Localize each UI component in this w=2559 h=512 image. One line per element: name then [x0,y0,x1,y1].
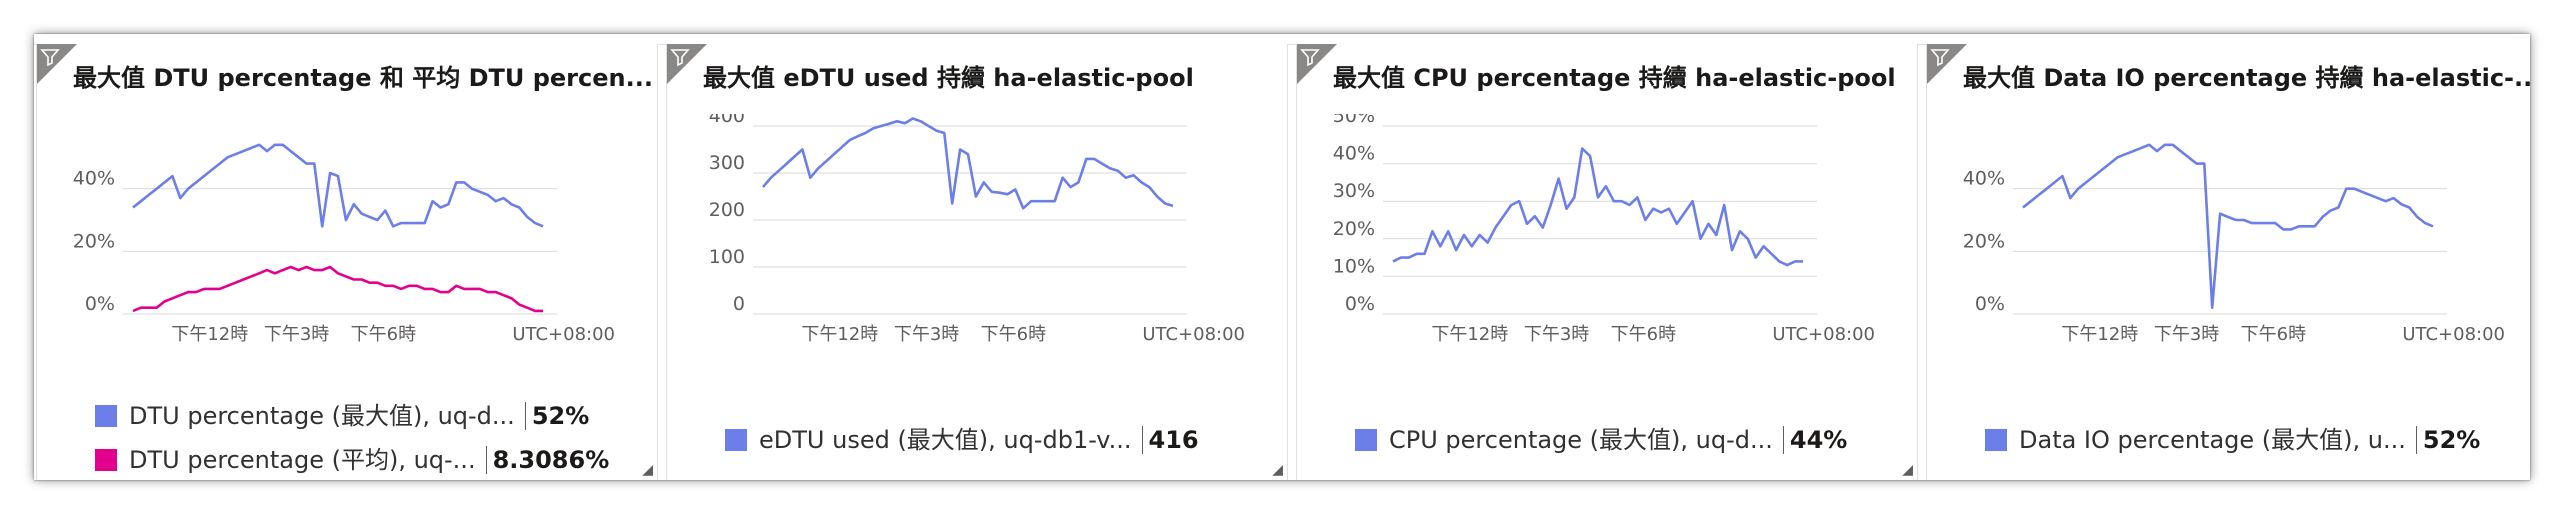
y-tick-label: 20% [1963,230,2005,252]
y-tick-label: 100 [709,246,745,268]
x-tick-label: 下午3時 [264,324,329,345]
filter-icon[interactable] [40,47,60,67]
tile-cpu-percentage[interactable]: 最大值 CPU percentage 持續 ha-elastic-pool 0%… [1296,44,1918,480]
legend-swatch-blue [725,429,747,451]
y-tick-label: 0% [1345,293,1375,315]
x-tick-label: 下午3時 [894,324,959,345]
legend-item-dataio-max[interactable]: Data IO percentage (最大值), u... 52% [1985,420,2481,455]
dashboard-frame: 最大值 DTU percentage 和 平均 DTU percen... 0%… [34,34,2530,480]
legend-swatch-blue [1985,429,2007,451]
legend-label: eDTU used (最大值), uq-db1-v... [759,426,1132,454]
legend-swatch-blue [1355,429,1377,451]
tile-data-io-percentage[interactable]: 最大值 Data IO percentage 持續 ha-elastic-...… [1926,44,2530,480]
y-tick-label: 0 [733,293,745,315]
x-tick-label: 下午12時 [171,324,248,345]
legend-label: CPU percentage (最大值), uq-d... [1389,426,1773,454]
x-tick-label: 下午12時 [1431,324,1508,345]
tile-dtu-percentage[interactable]: 最大值 DTU percentage 和 平均 DTU percen... 0%… [36,44,658,480]
line-chart-data-io-percentage[interactable]: 0% 20% 40% 下午12時 下午3時 下午6時 UTC+08:00 [1927,114,2530,364]
y-tick-label: 0% [1975,293,2005,315]
timezone-label: UTC+08:00 [2402,324,2505,345]
filter-icon[interactable] [1930,47,1950,67]
y-tick-label: 0% [85,293,115,315]
line-chart-dtu-percentage[interactable]: 0% 20% 40% 下午12時 下午3時 下午6時 UTC+08:00 [37,114,657,364]
y-tick-label: 50% [1333,114,1375,127]
tile-edtu-used[interactable]: 最大值 eDTU used 持續 ha-elastic-pool 0 100 200… [666,44,1288,480]
legend-swatch-magenta [95,449,117,471]
resize-grip-icon[interactable]: ◢ [1902,462,1913,478]
legend-value: 416 [1141,426,1199,454]
x-tick-label: 下午6時 [2241,324,2306,345]
legend-value: 52% [2415,426,2481,454]
legend-swatch-blue [95,405,117,427]
y-tick-label: 10% [1333,255,1375,277]
y-tick-label: 200 [709,199,745,221]
y-tick-label: 40% [1333,143,1375,165]
x-tick-label: 下午12時 [2061,324,2138,345]
tile-title: 最大值 Data IO percentage 持續 ha-elastic-... [1963,64,2530,92]
timezone-label: UTC+08:00 [512,324,615,345]
legend-item-edtu-max[interactable]: eDTU used (最大值), uq-db1-v... 416 [725,420,1199,455]
y-tick-label: 300 [709,152,745,174]
y-tick-label: 30% [1333,180,1375,202]
resize-grip-icon[interactable]: ◢ [642,462,653,478]
legend-item-dtu-avg[interactable]: DTU percentage (平均), uq-... 8.3086% [95,440,610,475]
filter-icon[interactable] [670,47,690,67]
legend-label: DTU percentage (最大值), uq-d... [129,402,515,430]
series-line-max [2022,143,2434,309]
legend-item-dtu-max[interactable]: DTU percentage (最大值), uq-d... 52% [95,396,590,431]
timezone-label: UTC+08:00 [1772,324,1875,345]
series-line-max [132,143,544,228]
series-line-avg [132,265,543,313]
x-tick-label: 下午6時 [1611,324,1676,345]
timezone-label: UTC+08:00 [1142,324,1245,345]
x-tick-label: 下午3時 [1524,324,1589,345]
y-tick-label: 40% [73,168,115,190]
x-tick-label: 下午6時 [981,324,1046,345]
series-line-max [1392,147,1803,267]
x-tick-label: 下午3時 [2154,324,2219,345]
series-line-max [762,117,1174,210]
legend-value: 52% [524,402,590,430]
y-tick-label: 20% [73,230,115,252]
y-tick-label: 400 [709,114,745,127]
legend-item-cpu-max[interactable]: CPU percentage (最大值), uq-d... 44% [1355,420,1848,455]
y-tick-label: 40% [1963,168,2005,190]
x-tick-label: 下午12時 [801,324,878,345]
filter-icon[interactable] [1300,47,1320,67]
tile-title: 最大值 CPU percentage 持續 ha-elastic-pool [1333,64,1896,92]
line-chart-cpu-percentage[interactable]: 0% 10% 20% 30% 40% 50% 下午12時 下午3時 下午6時 UTC+08:00 [1297,114,1917,364]
legend-label: DTU percentage (平均), uq-... [129,446,476,474]
tile-title: 最大值 DTU percentage 和 平均 DTU percen... [73,64,653,92]
legend-value: 44% [1782,426,1848,454]
resize-grip-icon[interactable]: ◢ [1272,462,1283,478]
legend-label: Data IO percentage (最大值), u... [2019,426,2406,454]
y-tick-label: 20% [1333,218,1375,240]
line-chart-edtu-used[interactable]: 0 100 200 300 400 下午12時 下午3時 下午6時 UTC+08:00 [667,114,1287,364]
legend-value: 8.3086% [485,446,610,474]
x-tick-label: 下午6時 [351,324,416,345]
tile-title: 最大值 eDTU used 持續 ha-elastic-pool [703,64,1194,92]
